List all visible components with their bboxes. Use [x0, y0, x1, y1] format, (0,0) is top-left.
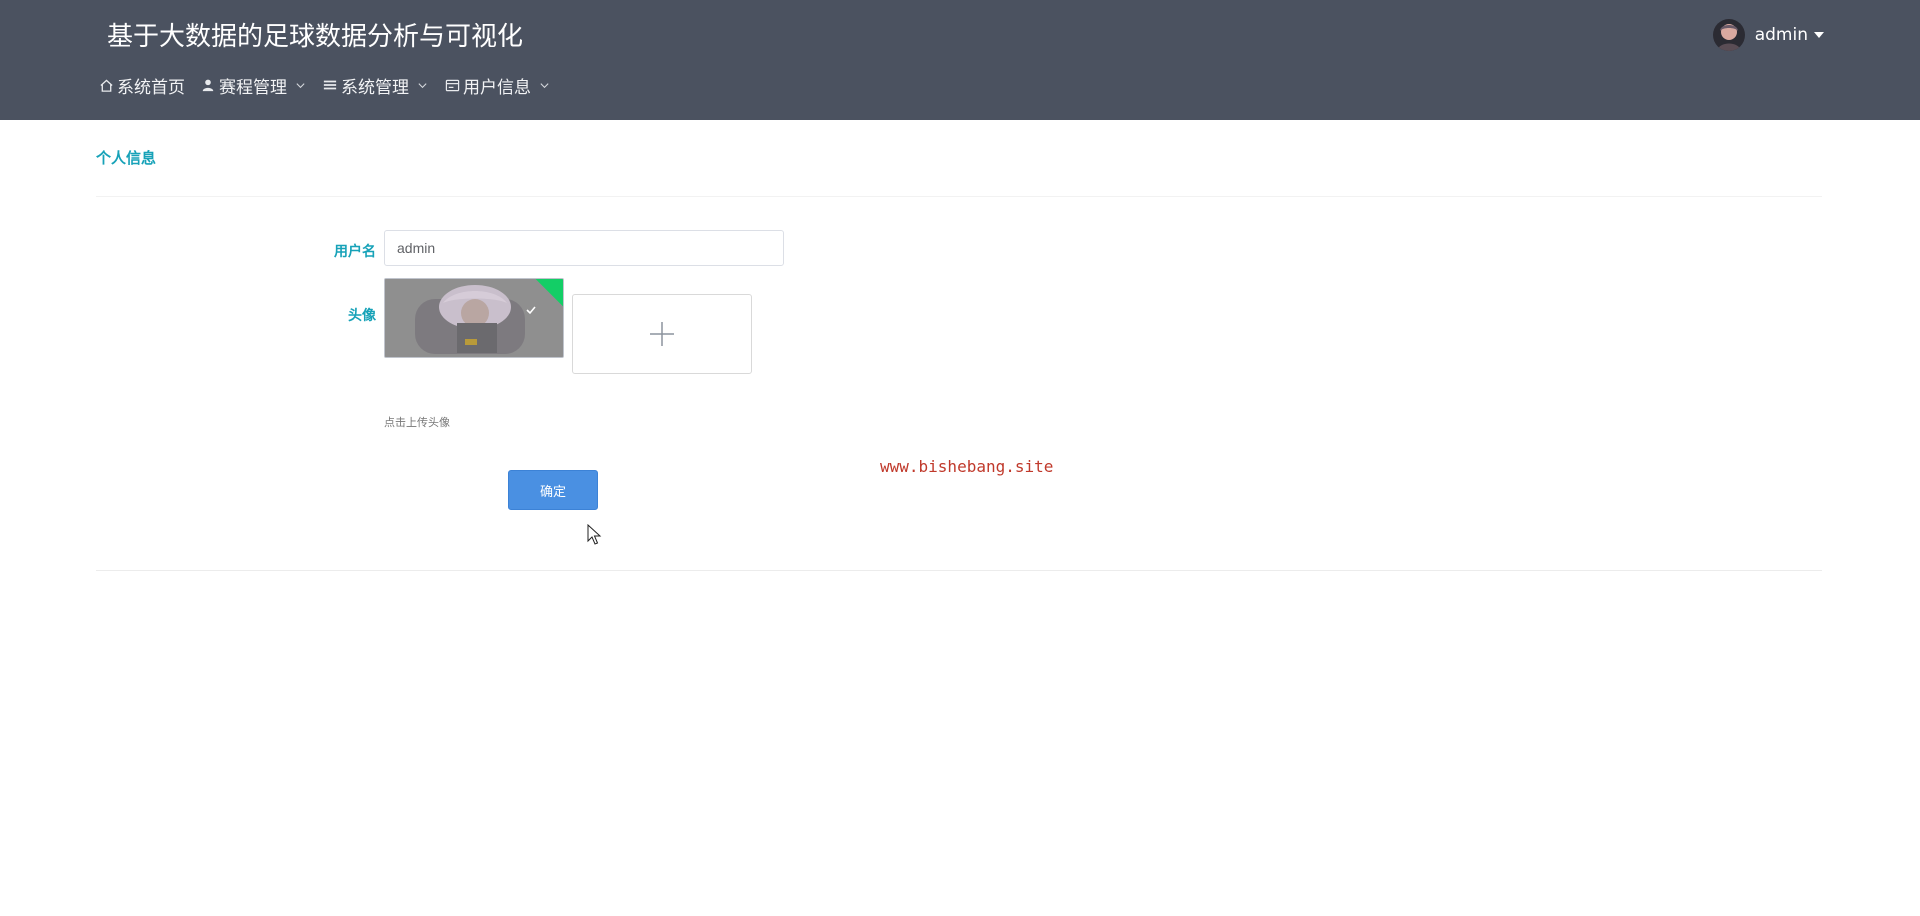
avatar-image	[385, 279, 563, 357]
top-header: 基于大数据的足球数据分析与可视化 系统首页 赛程管理 系统管理 用户信息 adm…	[0, 0, 1920, 120]
chevron-down-icon	[293, 78, 307, 92]
check-icon	[526, 306, 536, 315]
nav-label-home: 系统首页	[117, 77, 185, 98]
nav-label-schedule: 赛程管理	[219, 77, 287, 98]
breadcrumb: 个人信息	[96, 149, 157, 167]
nav-item-userinfo[interactable]: 用户信息	[443, 70, 551, 100]
user-icon	[199, 76, 217, 94]
main-nav: 系统首页 赛程管理 系统管理 用户信息	[97, 70, 565, 100]
user-name: admin	[1754, 25, 1808, 45]
nav-label-system: 系统管理	[341, 77, 409, 98]
username-label: 用户名	[334, 244, 376, 260]
app-title: 基于大数据的足球数据分析与可视化	[107, 22, 524, 52]
caret-down-icon	[1814, 32, 1824, 38]
plus-icon	[650, 322, 674, 346]
divider	[96, 196, 1822, 197]
divider	[96, 570, 1822, 571]
nav-item-system[interactable]: 系统管理	[321, 70, 429, 100]
nav-item-schedule[interactable]: 赛程管理	[199, 70, 307, 100]
user-menu[interactable]: admin	[1712, 18, 1824, 52]
nav-label-userinfo: 用户信息	[463, 77, 531, 98]
avatar-preview[interactable]	[384, 278, 564, 358]
nav-item-home[interactable]: 系统首页	[97, 70, 185, 100]
list-icon	[321, 76, 339, 94]
avatar-label: 头像	[348, 308, 376, 324]
chevron-down-icon	[415, 78, 429, 92]
watermark-text: www.bishebang.site	[880, 457, 1054, 476]
avatar	[1712, 19, 1745, 51]
home-icon	[97, 76, 115, 94]
username-field[interactable]	[384, 230, 784, 266]
confirm-button[interactable]: 确定	[508, 470, 598, 510]
avatar-upload-button[interactable]	[572, 294, 752, 374]
card-icon	[443, 76, 461, 94]
upload-hint: 点击上传头像	[384, 416, 450, 429]
mouse-cursor-icon	[587, 524, 602, 545]
chevron-down-icon	[537, 78, 551, 92]
